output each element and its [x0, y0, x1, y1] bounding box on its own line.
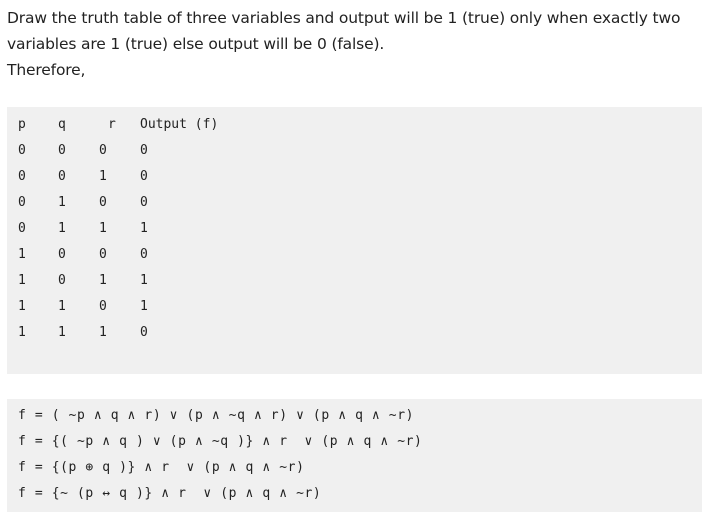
cell-p: 0 [18, 195, 26, 210]
cell-q: 0 [58, 247, 66, 262]
cell-output: 0 [140, 247, 148, 262]
cell-p: 0 [18, 143, 26, 158]
cell-output: 0 [140, 169, 148, 184]
cell-q: 1 [58, 325, 66, 340]
formula-line: f = ( ~p ∧ q ∧ r) ∨ (p ∧ ~q ∧ r) ∨ (p ∧ … [18, 408, 415, 423]
intro-text: Draw the truth table of three variables … [7, 5, 707, 83]
cell-p: 1 [18, 247, 26, 262]
cell-p: 1 [18, 273, 26, 288]
header-p: p [18, 117, 26, 132]
truth-table-block: p q r Output (f) 0 0 0 0 0 0 1 0 0 1 0 0 0 1 1 1 1 0 0 0 1 0 1… [7, 107, 702, 374]
cell-r: 1 [99, 221, 107, 236]
cell-output: 0 [140, 195, 148, 210]
cell-p: 0 [18, 221, 26, 236]
cell-p: 1 [18, 299, 26, 314]
header-output: Output (f) [140, 117, 219, 132]
cell-q: 0 [58, 143, 66, 158]
cell-q: 1 [58, 299, 66, 314]
cell-p: 1 [18, 325, 26, 340]
cell-r: 0 [99, 195, 107, 210]
header-r: r [108, 117, 116, 132]
formula-line: f = {(p ⊕ q )} ∧ r ∨ (p ∧ q ∧ ~r) [18, 460, 305, 475]
cell-output: 0 [140, 325, 148, 340]
formula-line: f = {~ (p ↔ q )} ∧ r ∨ (p ∧ q ∧ ~r) [18, 486, 322, 501]
cell-r: 0 [99, 247, 107, 262]
cell-p: 0 [18, 169, 26, 184]
cell-r: 1 [99, 169, 107, 184]
cell-q: 1 [58, 195, 66, 210]
cell-output: 0 [140, 143, 148, 158]
cell-r: 1 [99, 325, 107, 340]
cell-q: 0 [58, 169, 66, 184]
cell-r: 0 [99, 299, 107, 314]
problem-statement: Draw the truth table of three variables … [7, 9, 681, 53]
cell-r: 1 [99, 273, 107, 288]
cell-output: 1 [140, 273, 148, 288]
cell-output: 1 [140, 221, 148, 236]
cell-q: 1 [58, 221, 66, 236]
cell-r: 0 [99, 143, 107, 158]
formula-line: f = {( ~p ∧ q ) ∨ (p ∧ ~q )} ∧ r ∨ (p ∧ … [18, 434, 423, 449]
cell-q: 0 [58, 273, 66, 288]
cell-output: 1 [140, 299, 148, 314]
header-q: q [58, 117, 66, 132]
formula-block: f = ( ~p ∧ q ∧ r) ∨ (p ∧ ~q ∧ r) ∨ (p ∧ … [7, 399, 702, 512]
therefore-label: Therefore, [7, 61, 86, 79]
